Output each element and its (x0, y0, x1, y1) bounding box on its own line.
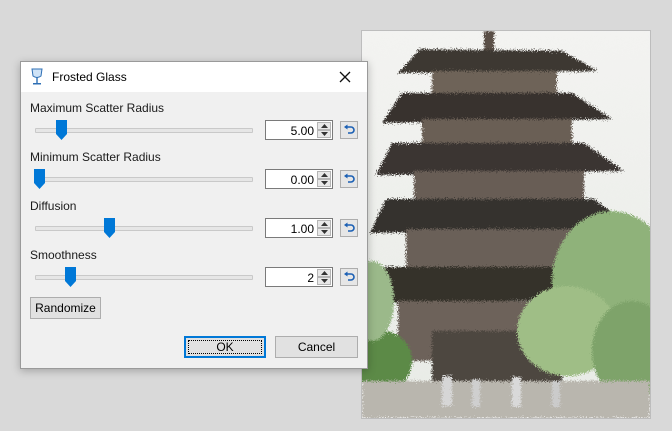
chevron-down-icon (320, 132, 328, 136)
smoothness-input[interactable]: 2 (265, 267, 333, 287)
max-scatter-radius-input[interactable]: 5.00 (265, 120, 333, 140)
frosted-glass-dialog: Frosted Glass Maximum Scatter Radius 5.0… (20, 61, 368, 369)
image-canvas[interactable] (361, 30, 651, 419)
max-scatter-radius-reset-button[interactable] (340, 121, 358, 139)
spin-value: 2 (307, 271, 314, 285)
smoothness-label: Smoothness (30, 248, 97, 262)
slider-track (35, 128, 253, 133)
min-scatter-radius-label: Minimum Scatter Radius (30, 150, 161, 164)
chevron-down-icon (320, 230, 328, 234)
slider-thumb[interactable] (34, 169, 46, 189)
diffusion-slider[interactable] (35, 218, 253, 238)
spin-up-button[interactable] (317, 269, 331, 277)
spin-down-button[interactable] (317, 277, 331, 285)
smoothness-slider[interactable] (35, 267, 253, 287)
undo-arrow-icon (344, 271, 355, 281)
spin-value: 0.00 (290, 173, 314, 187)
dialog-title: Frosted Glass (52, 70, 127, 84)
spin-up-button[interactable] (317, 171, 331, 179)
undo-arrow-icon (344, 222, 355, 232)
wine-glass-icon (29, 68, 45, 86)
diffusion-label: Diffusion (30, 199, 77, 213)
spin-down-button[interactable] (317, 228, 331, 236)
ok-button[interactable]: OK (184, 336, 266, 358)
randomize-button[interactable]: Randomize (30, 297, 101, 319)
pagoda-photo (362, 31, 650, 418)
chevron-down-icon (320, 181, 328, 185)
slider-thumb[interactable] (64, 267, 76, 287)
cancel-button[interactable]: Cancel (275, 336, 358, 358)
close-icon (339, 71, 351, 83)
chevron-up-icon (320, 271, 328, 275)
focus-ring (188, 340, 262, 354)
spin-up-button[interactable] (317, 220, 331, 228)
min-scatter-radius-reset-button[interactable] (340, 170, 358, 188)
diffusion-reset-button[interactable] (340, 219, 358, 237)
slider-thumb[interactable] (56, 120, 68, 140)
diffusion-input[interactable]: 1.00 (265, 218, 333, 238)
dialog-titlebar[interactable]: Frosted Glass (21, 62, 367, 92)
chevron-up-icon (320, 173, 328, 177)
chevron-up-icon (320, 222, 328, 226)
chevron-up-icon (320, 124, 328, 128)
min-scatter-radius-slider[interactable] (34, 169, 253, 189)
undo-arrow-icon (344, 173, 355, 183)
slider-track (35, 226, 253, 231)
min-scatter-radius-input[interactable]: 0.00 (265, 169, 333, 189)
spin-down-button[interactable] (317, 179, 331, 187)
spin-value: 5.00 (290, 124, 314, 138)
spin-down-button[interactable] (317, 130, 331, 138)
max-scatter-radius-slider[interactable] (35, 120, 253, 140)
max-scatter-radius-label: Maximum Scatter Radius (30, 101, 165, 115)
slider-track (35, 177, 253, 182)
spin-value: 1.00 (290, 222, 314, 236)
undo-arrow-icon (344, 124, 355, 134)
smoothness-reset-button[interactable] (340, 268, 358, 286)
spin-up-button[interactable] (317, 122, 331, 130)
close-button[interactable] (323, 62, 367, 92)
chevron-down-icon (320, 279, 328, 283)
slider-thumb[interactable] (104, 218, 116, 238)
